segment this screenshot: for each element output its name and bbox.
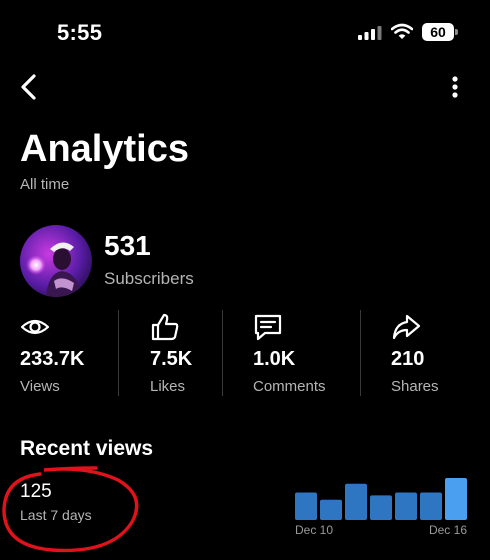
views-value: 233.7K [20,348,85,370]
chart-bar-dec-15 [420,492,442,520]
battery-icon: 60 [422,23,458,41]
subscriber-label: Subscribers [104,269,194,288]
stat-comments[interactable]: 1.0K Comments [253,312,343,398]
recent-views-period: Last 7 days [20,507,92,523]
status-time: 5:55 [57,20,103,45]
stat-divider [118,310,119,396]
chart-bar-dec-10 [295,492,317,520]
signal-icon [358,26,382,40]
status-bar: 5:55 60 [0,0,490,64]
avatar[interactable] [20,225,92,297]
comments-label: Comments [253,378,326,395]
battery-tip [455,29,458,35]
share-icon [392,314,421,340]
thumbs-up-icon [151,313,179,341]
chart-bar-dec-14 [395,492,417,520]
page-subtitle: All time [20,176,70,193]
chart-bar-dec-16 [445,478,467,520]
avatar-image [20,225,92,297]
page-title: Analytics [20,128,189,170]
wifi-icon [391,23,413,39]
stat-views[interactable]: 233.7K Views [20,312,110,398]
stat-likes[interactable]: 7.5K Likes [150,312,215,398]
recent-views-title: Recent views [20,437,154,460]
battery-level: 60 [422,23,454,41]
chart-bar-dec-13 [370,495,392,520]
chart-bar-dec-11 [320,499,342,520]
shares-value: 210 [391,348,425,370]
likes-label: Likes [150,378,186,395]
more-vertical-icon [452,76,458,98]
stat-divider [360,310,361,396]
stat-shares[interactable]: 210 Shares [391,312,466,398]
likes-value: 7.5K [150,348,193,370]
chart-bar-dec-12 [345,483,367,520]
shares-label: Shares [391,378,439,395]
subscriber-count: 531 [104,230,151,261]
comment-icon [254,314,282,341]
more-options-button[interactable] [444,72,466,102]
recent-views-chart[interactable]: Dec 10 Dec 16 [290,470,480,560]
chevron-left-icon [21,74,36,100]
recent-views-value: 125 [20,481,52,502]
stat-divider [222,310,223,396]
back-button[interactable] [18,72,44,102]
chart-tick-last: Dec 16 [429,523,467,537]
eye-icon [20,319,50,335]
views-label: Views [20,378,60,395]
chart-tick-first: Dec 10 [295,523,333,537]
comments-value: 1.0K [253,348,296,370]
